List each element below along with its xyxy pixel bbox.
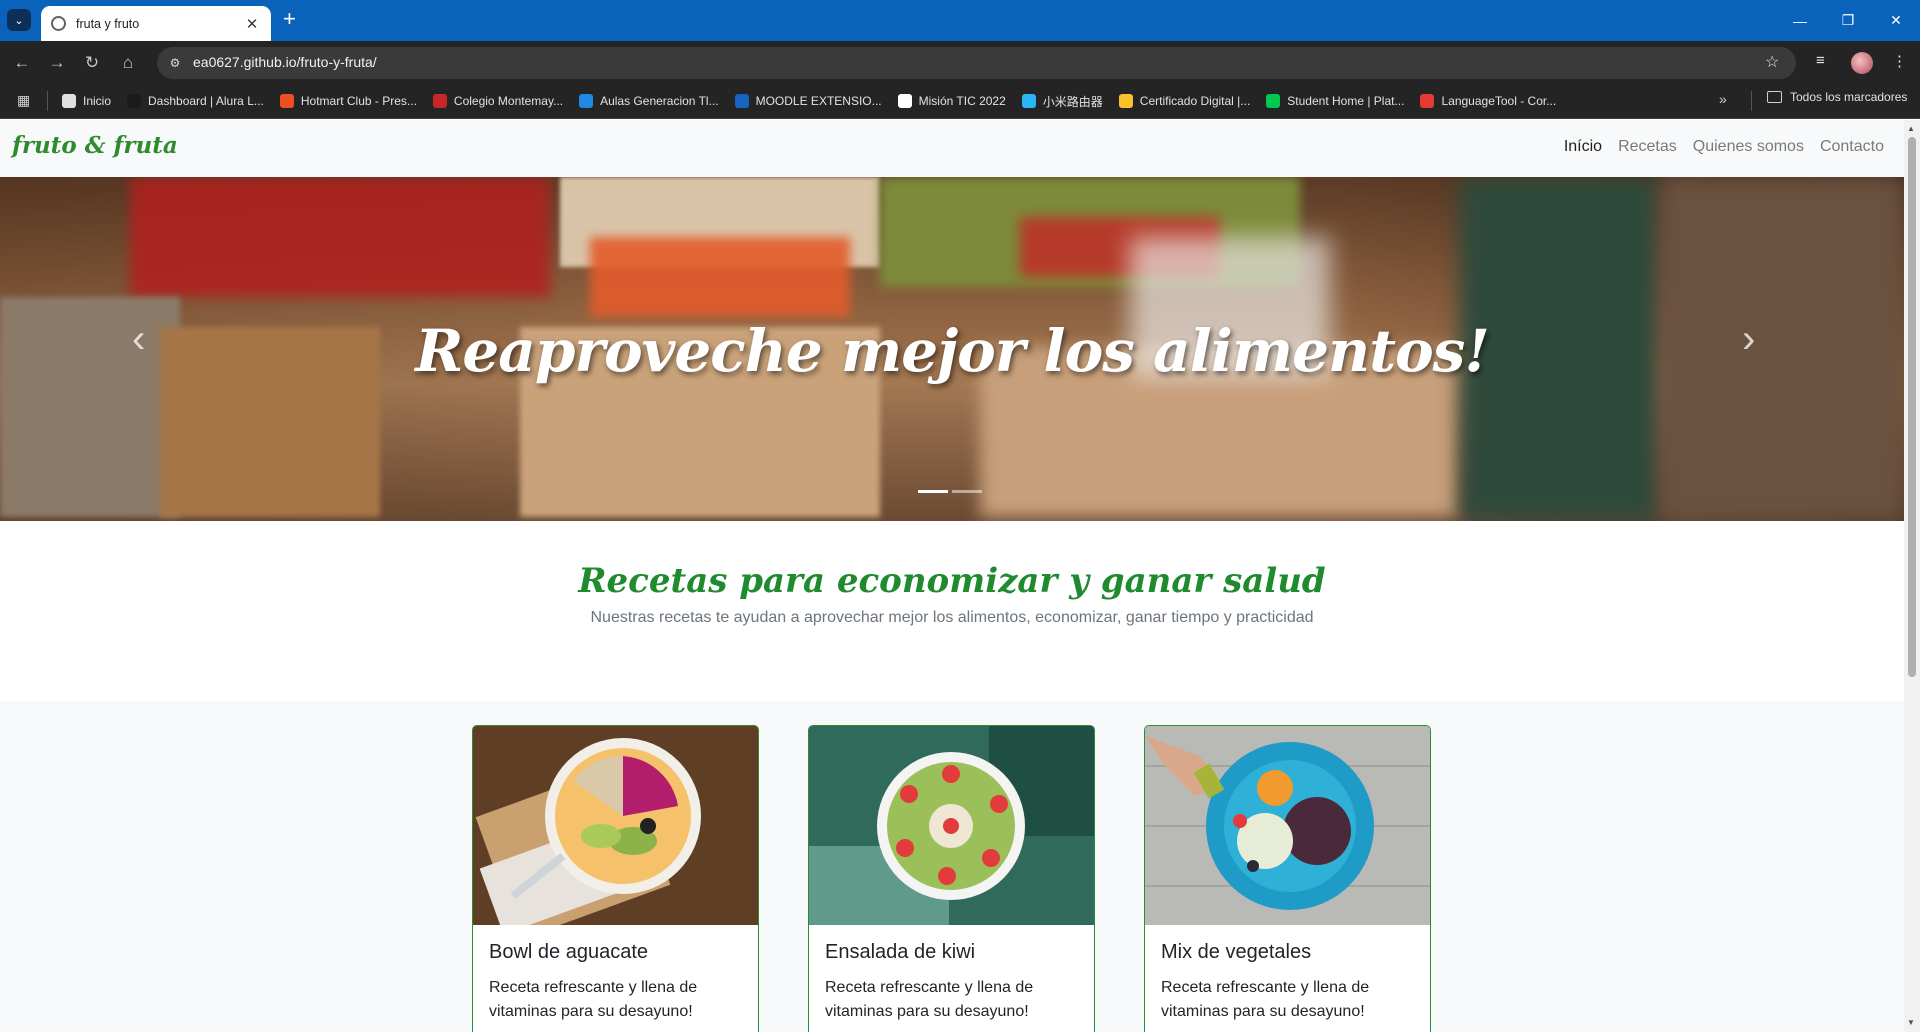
carousel-indicator[interactable] <box>918 490 948 493</box>
bookmark-label: LanguageTool - Cor... <box>1441 94 1557 108</box>
bookmark-item[interactable]: Certificado Digital |... <box>1118 90 1251 112</box>
new-tab-button[interactable]: + <box>283 8 296 30</box>
card-title: Ensalada de kiwi <box>825 941 976 963</box>
recipe-card[interactable]: Bowl de aguacate Receta refrescante y ll… <box>472 725 759 1032</box>
bookmark-item[interactable]: Dashboard | Alura L... <box>127 90 264 112</box>
nav-link-recetas[interactable]: Recetas <box>1618 138 1677 156</box>
bookmark-label: Misión TIC 2022 <box>918 94 1006 108</box>
nav-link-inicio[interactable]: Início <box>1564 138 1602 156</box>
folder-icon <box>1767 91 1782 103</box>
bookmark-label: 小米路由器 <box>1042 94 1103 109</box>
hero-carousel: ‹ Reaproveche mejor los alimentos! › <box>0 177 1904 521</box>
brand-logo[interactable]: fruto & fruta <box>12 132 178 159</box>
recipe-image-bowl <box>473 726 758 925</box>
card-text: Receta refrescante y llena de vitaminas … <box>1161 979 1370 1020</box>
bookmark-favicon-icon <box>1021 94 1036 108</box>
tab-search-button[interactable]: ⌄ <box>7 9 31 31</box>
bookmark-label: Certificado Digital |... <box>1139 94 1251 108</box>
bookmark-label: Hotmart Club - Pres... <box>300 94 417 108</box>
scroll-up-icon[interactable]: ▲ <box>1907 124 1917 133</box>
bookmark-favicon-icon <box>734 94 749 108</box>
tab-title: fruta y fruto <box>76 16 140 31</box>
section-title: Recetas para economizar y ganar salud <box>578 561 1326 601</box>
bookmark-star-icon[interactable]: ☆ <box>1765 52 1779 72</box>
bookmark-item[interactable]: Colegio Montemay... <box>432 90 564 112</box>
bookmark-label: MOODLE EXTENSIO... <box>755 94 882 108</box>
recipe-card[interactable]: Ensalada de kiwi Receta refrescante y ll… <box>808 725 1095 1032</box>
bookmark-label: Aulas Generacion Tl... <box>600 94 719 108</box>
close-icon[interactable]: ✕ <box>243 15 261 33</box>
recipe-card[interactable]: Mix de vegetales Receta refrescante y ll… <box>1144 725 1431 1032</box>
menu-icon[interactable]: ⋮ <box>1892 52 1907 70</box>
more-bookmarks-icon[interactable]: » <box>1719 91 1727 107</box>
forward-button[interactable]: → <box>46 52 68 74</box>
bookmarks-divider <box>47 91 48 111</box>
browser-tab-bar: ⌄ fruta y fruto ✕ + — ❐ ✕ <box>0 0 1920 41</box>
recipe-image-kiwi <box>809 726 1094 925</box>
bookmark-favicon-icon <box>1266 94 1281 108</box>
bookmark-favicon-icon <box>432 94 447 108</box>
url-text[interactable]: ea0627.github.io/fruto-y-fruta/ <box>193 54 377 70</box>
bookmark-item[interactable]: Misión TIC 2022 <box>897 90 1006 112</box>
section-subtitle: Nuestras recetas te ayudan a aprovechar … <box>590 609 1314 626</box>
bookmark-item[interactable]: 小米路由器 <box>1021 90 1103 112</box>
restore-button[interactable]: ❐ <box>1824 0 1872 41</box>
home-button[interactable]: ⌂ <box>117 52 139 74</box>
bookmark-item[interactable]: Hotmart Club - Pres... <box>279 90 417 112</box>
close-window-button[interactable]: ✕ <box>1872 0 1920 41</box>
bookmark-label: Colegio Montemay... <box>453 94 564 108</box>
carousel-indicator[interactable] <box>952 490 982 493</box>
hero-title: Reaproveche mejor los alimentos! <box>415 317 1490 385</box>
recipes-section: Bowl de aguacate Receta refrescante y ll… <box>0 701 1904 1032</box>
site-info-icon[interactable]: ⚙ <box>168 56 182 70</box>
web-page: fruto & fruta Início Recetas Quienes som… <box>0 120 1904 1032</box>
back-button[interactable]: ← <box>11 52 33 74</box>
all-bookmarks-folder[interactable]: Todos los marcadores <box>1767 90 1907 104</box>
card-title: Mix de vegetales <box>1161 941 1312 963</box>
bookmark-favicon-icon <box>897 94 912 108</box>
card-text: Receta refrescante y llena de vitaminas … <box>825 979 1034 1020</box>
nav-link-contacto[interactable]: Contacto <box>1820 138 1884 156</box>
bookmark-favicon-icon <box>279 94 294 108</box>
all-bookmarks-label: Todos los marcadores <box>1790 90 1908 104</box>
bookmark-item[interactable]: LanguageTool - Cor... <box>1420 90 1556 112</box>
bookmark-favicon-icon <box>1118 94 1133 108</box>
bookmark-favicon-icon <box>62 94 76 108</box>
scroll-down-icon[interactable]: ▼ <box>1907 1018 1917 1027</box>
active-tab[interactable]: fruta y fruto ✕ <box>41 6 271 41</box>
bookmark-item[interactable]: Inicio <box>62 90 111 112</box>
site-navbar: fruto & fruta Início Recetas Quienes som… <box>0 120 1904 177</box>
minimize-button[interactable]: — <box>1776 0 1824 41</box>
media-control-icon[interactable]: ≡ <box>1816 52 1825 69</box>
bookmark-favicon-icon <box>1420 94 1435 108</box>
apps-grid-icon[interactable]: ▦ <box>17 92 30 109</box>
card-text: Receta refrescante y llena de vitaminas … <box>489 979 698 1020</box>
carousel-next-icon[interactable]: › <box>1742 317 1755 362</box>
nav-link-quienes-somos[interactable]: Quienes somos <box>1693 138 1804 156</box>
bookmark-item[interactable]: Aulas Generacion Tl... <box>579 90 719 112</box>
bookmark-list: Inicio Dashboard | Alura L... Hotmart Club… <box>62 90 1556 112</box>
bookmark-favicon-icon <box>127 94 142 108</box>
bookmark-item[interactable]: MOODLE EXTENSIO... <box>734 90 882 112</box>
reload-button[interactable]: ↻ <box>81 52 103 74</box>
profile-avatar[interactable] <box>1851 52 1873 74</box>
intro-section: Recetas para economizar y ganar salud Nu… <box>0 521 1904 701</box>
carousel-indicators <box>918 490 982 493</box>
scrollbar-thumb[interactable] <box>1908 137 1916 677</box>
bookmarks-divider <box>1751 91 1752 111</box>
bookmark-label: Dashboard | Alura L... <box>148 94 264 108</box>
bookmark-label: Inicio <box>83 94 112 108</box>
bookmark-favicon-icon <box>579 94 594 108</box>
recipe-image-vegetables <box>1145 726 1430 925</box>
globe-icon <box>51 16 66 31</box>
bookmark-item[interactable]: Student Home | Plat... <box>1266 90 1404 112</box>
address-bar[interactable] <box>157 47 1796 79</box>
bookmark-label: Student Home | Plat... <box>1287 94 1405 108</box>
card-title: Bowl de aguacate <box>489 941 649 963</box>
